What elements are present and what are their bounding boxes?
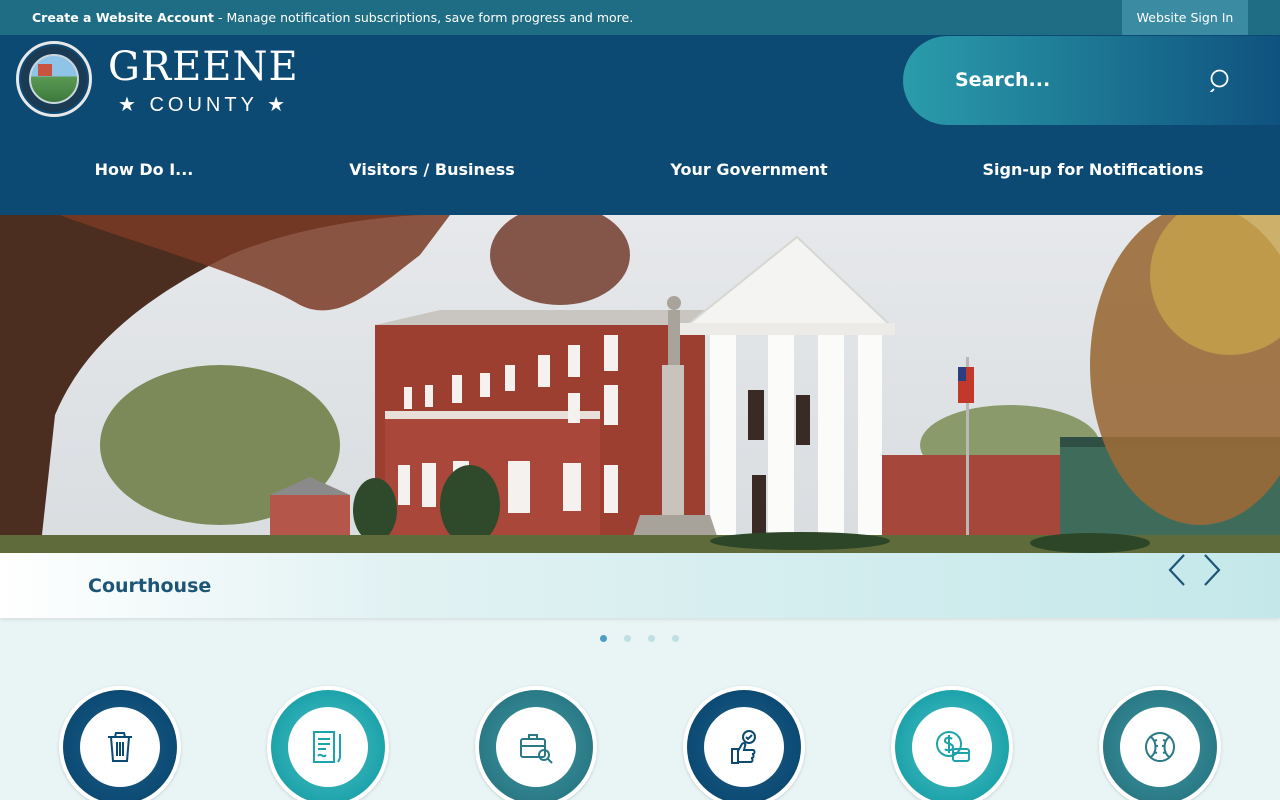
baseball-icon: [1145, 732, 1175, 762]
quick-link-core: [1120, 707, 1200, 787]
main-navigation: How Do I... Visitors / Business Your Gov…: [0, 150, 1280, 190]
next-slide-arrow-icon[interactable]: [1199, 553, 1225, 587]
briefcase-search-icon: [520, 734, 553, 764]
site-header: GREENE ★ COUNTY ★ How Do I... Visitors /…: [0, 35, 1280, 215]
quick-link-elections[interactable]: [683, 686, 805, 800]
create-account-link[interactable]: Create a Website Account: [32, 10, 214, 25]
nav-how-do-i[interactable]: How Do I...: [95, 160, 194, 179]
slide-dot-1[interactable]: [600, 635, 607, 642]
hero-slideshow: [0, 215, 1280, 553]
county-seal-logo[interactable]: [16, 41, 92, 117]
document-icon: [313, 731, 341, 763]
search-bar: [903, 36, 1280, 125]
nav-sign-up-notifications[interactable]: Sign-up for Notifications: [982, 160, 1203, 179]
vote-hand-icon: [731, 730, 756, 764]
website-sign-in-button[interactable]: Website Sign In: [1122, 0, 1248, 35]
account-message-text: - Manage notification subscriptions, sav…: [214, 10, 634, 25]
quick-link-core: [288, 707, 368, 787]
slide-dot-3[interactable]: [648, 635, 655, 642]
search-input[interactable]: [955, 62, 1215, 98]
quick-link-core: [80, 707, 160, 787]
quick-link-payments[interactable]: [891, 686, 1013, 800]
nav-your-government[interactable]: Your Government: [670, 160, 827, 179]
quick-link-trash[interactable]: [59, 686, 181, 800]
quick-link-core: [912, 707, 992, 787]
payment-icon: [936, 731, 970, 762]
slide-dot-2[interactable]: [624, 635, 631, 642]
utility-bar: Create a Website Account - Manage notifi…: [0, 0, 1280, 35]
slide-caption-title: Courthouse: [88, 575, 212, 597]
quick-link-jobs[interactable]: [475, 686, 597, 800]
logo-title[interactable]: GREENE: [108, 47, 299, 87]
trash-icon: [108, 732, 132, 762]
logo-subtitle[interactable]: ★ COUNTY ★: [118, 92, 289, 117]
seal-building: [38, 64, 52, 76]
quick-link-core: [704, 707, 784, 787]
search-icon[interactable]: [1209, 68, 1233, 92]
quick-link-documents[interactable]: [267, 686, 389, 800]
seal-emblem: [29, 54, 79, 104]
nav-visitors-business[interactable]: Visitors / Business: [349, 160, 515, 179]
slide-dot-4[interactable]: [672, 635, 679, 642]
quick-link-parks-recreation[interactable]: [1099, 686, 1221, 800]
quick-link-core: [496, 707, 576, 787]
account-message: Create a Website Account - Manage notifi…: [32, 10, 633, 25]
slide-caption-bar: Courthouse: [0, 553, 1280, 618]
courthouse-photo: [0, 215, 1280, 553]
previous-slide-arrow-icon[interactable]: [1164, 553, 1190, 587]
